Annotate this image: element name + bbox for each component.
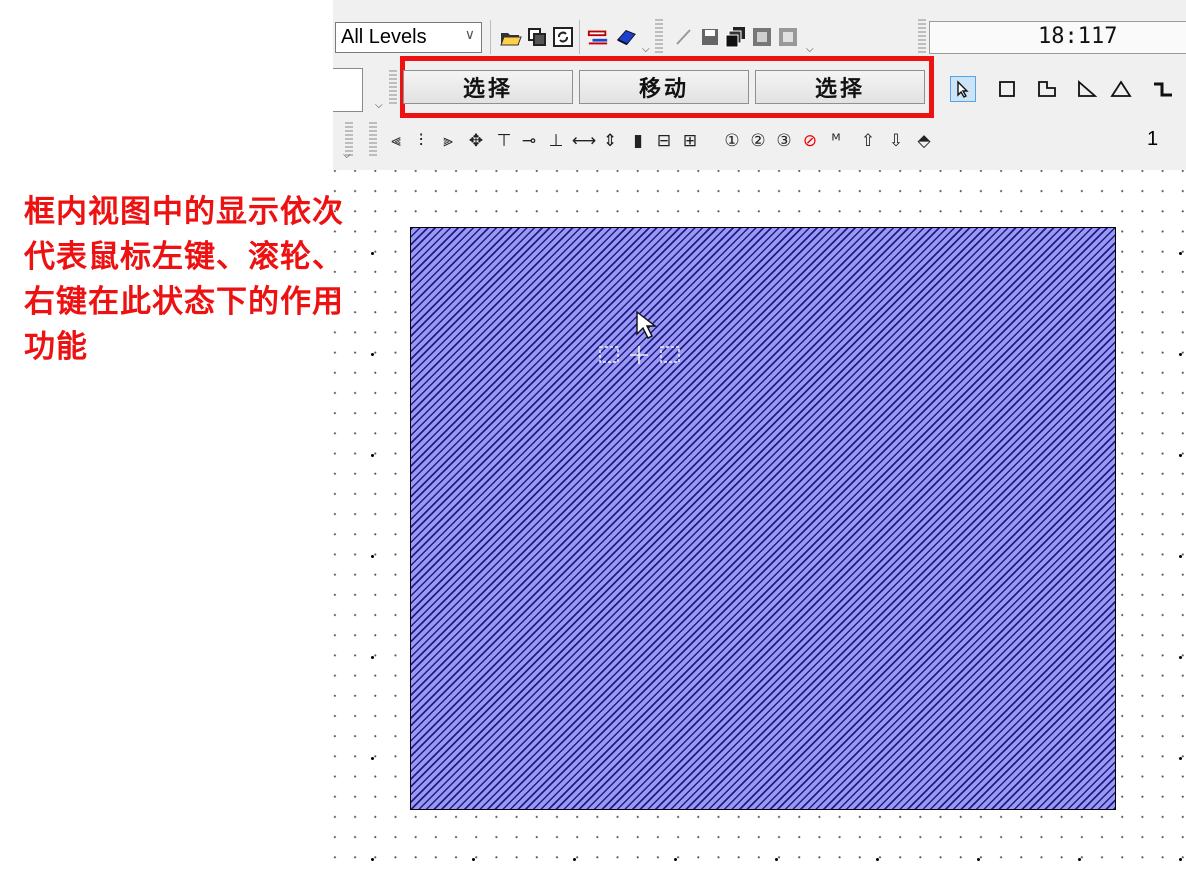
grid-major-dot [977,858,980,861]
grid-major-dot [1179,555,1182,558]
grid-major-dot [1179,757,1182,760]
grid-major-dot [775,858,778,861]
align-bottom-icon[interactable]: ⊥ [545,130,567,152]
trapezoid-icon[interactable] [1074,76,1100,102]
save-icon[interactable] [699,26,721,48]
selected-shape[interactable] [410,227,1116,810]
down-marker-icon[interactable]: ⇩ [885,130,907,152]
export-icon[interactable] [751,26,773,48]
save-all-icon[interactable] [725,26,747,48]
toolbar-input[interactable] [333,68,363,112]
align-top-icon[interactable]: ⊤ [493,130,515,152]
number-field[interactable]: 1 [1147,128,1158,151]
grid-major-dot [371,454,374,457]
rectangle-icon[interactable] [994,76,1020,102]
grid-major-dot [371,656,374,659]
import-icon[interactable] [777,26,799,48]
grid-major-dot [1179,858,1182,861]
cursor-arrow-icon [636,310,657,339]
toolbar-grip[interactable] [389,70,397,106]
grid-major-dot [371,353,374,356]
wheel-mode-label: 移动 [638,76,689,102]
spacing-h-icon[interactable]: ⟷ [572,130,596,152]
level-select-value: All Levels [341,26,427,48]
grid-major-dot [472,858,475,861]
separator [490,20,491,54]
no-marker-icon[interactable]: ⊘ [799,130,821,152]
place-icon[interactable]: ⬘ [913,130,935,152]
grid-major-dot [371,252,374,255]
annotation-text: 框内视图中的显示依次代表鼠标左键、滚轮、右键在此状态下的作用功能 [24,194,344,365]
grid-major-dot [1179,454,1182,457]
align-right-icon[interactable]: ⫸ [437,130,459,152]
left-click-mode-label: 选择 [462,76,513,102]
select-arrow-icon[interactable] [950,76,976,102]
toolbar-grip[interactable] [918,19,926,55]
marker-3-icon[interactable]: ③ [773,130,795,152]
rect-corner-icon[interactable] [1034,76,1060,102]
time-display-text: 18:117 [1038,24,1118,49]
grid-major-dot [674,858,677,861]
align-center-icon[interactable]: ⫶ [410,130,432,152]
time-display: 18:117 [929,21,1186,54]
grid-major-dot [371,555,374,558]
chevron-down-icon: ∨ [464,26,475,42]
toolbar-grip[interactable] [655,19,663,55]
grid-major-dot [371,757,374,760]
overflow-chevron[interactable]: ⌵ [343,151,351,161]
book-icon[interactable] [615,26,637,48]
level-select[interactable]: All Levels ∨ [335,22,482,53]
grid-major-dot [371,858,374,861]
open-folder-icon[interactable] [500,26,522,48]
ungroup-icon[interactable]: ⊟ [653,130,675,152]
pencil-icon[interactable] [673,26,695,48]
grid-major-dot [1179,656,1182,659]
layers-icon[interactable] [587,26,609,48]
right-click-mode-button[interactable]: 选择 [755,70,925,104]
distribute-icon[interactable]: ✥ [465,130,487,152]
grid-major-dot [1179,353,1182,356]
drawing-canvas[interactable] [333,170,1186,871]
overflow-chevron[interactable]: ⌵ [375,101,383,111]
toolbar-grip[interactable] [369,122,377,158]
copy-icon[interactable] [526,26,548,48]
triangle-icon[interactable] [1108,76,1134,102]
right-click-mode-label: 选择 [814,76,865,102]
mfg-icon[interactable]: ᴹ [825,130,847,152]
refresh-icon[interactable] [552,26,574,48]
grid-major-dot [1078,858,1081,861]
overflow-chevron[interactable]: ⌵ [642,45,650,55]
wheel-mode-button[interactable]: 移动 [579,70,749,104]
up-marker-icon[interactable]: ⇧ [857,130,879,152]
grid-major-dot [876,858,879,861]
grid-icon[interactable]: ⊞ [679,130,701,152]
spacing-v-icon[interactable]: ⇕ [599,130,621,152]
group-icon[interactable]: ▮ [627,130,649,152]
separator [579,20,580,54]
marker-1-icon[interactable]: ① [721,130,743,152]
toolbar-row-3: ⌵ ⫷ ⫶ ⫸ ✥ ⊤ ⊸ ⊥ ⟷ ⇕ ▮ ⊟ ⊞ ① ② ③ ⊘ ᴹ ⇧ ⇩ ⬘ 1 [333,118,1186,168]
marker-2-icon[interactable]: ② [747,130,769,152]
link-icon[interactable]: ⊸ [518,130,540,152]
grid-major-dot [1179,252,1182,255]
grid-major-dot [573,858,576,861]
toolbar-row-1: All Levels ∨ ⌵ ⌵ 18:117 [333,14,1186,60]
left-click-mode-button[interactable]: 选择 [403,70,573,104]
align-left-icon[interactable]: ⫷ [385,130,407,152]
wire-icon[interactable] [1150,76,1176,102]
overflow-chevron[interactable]: ⌵ [806,45,814,55]
mouse-buttons-indicator-icon [599,346,680,364]
